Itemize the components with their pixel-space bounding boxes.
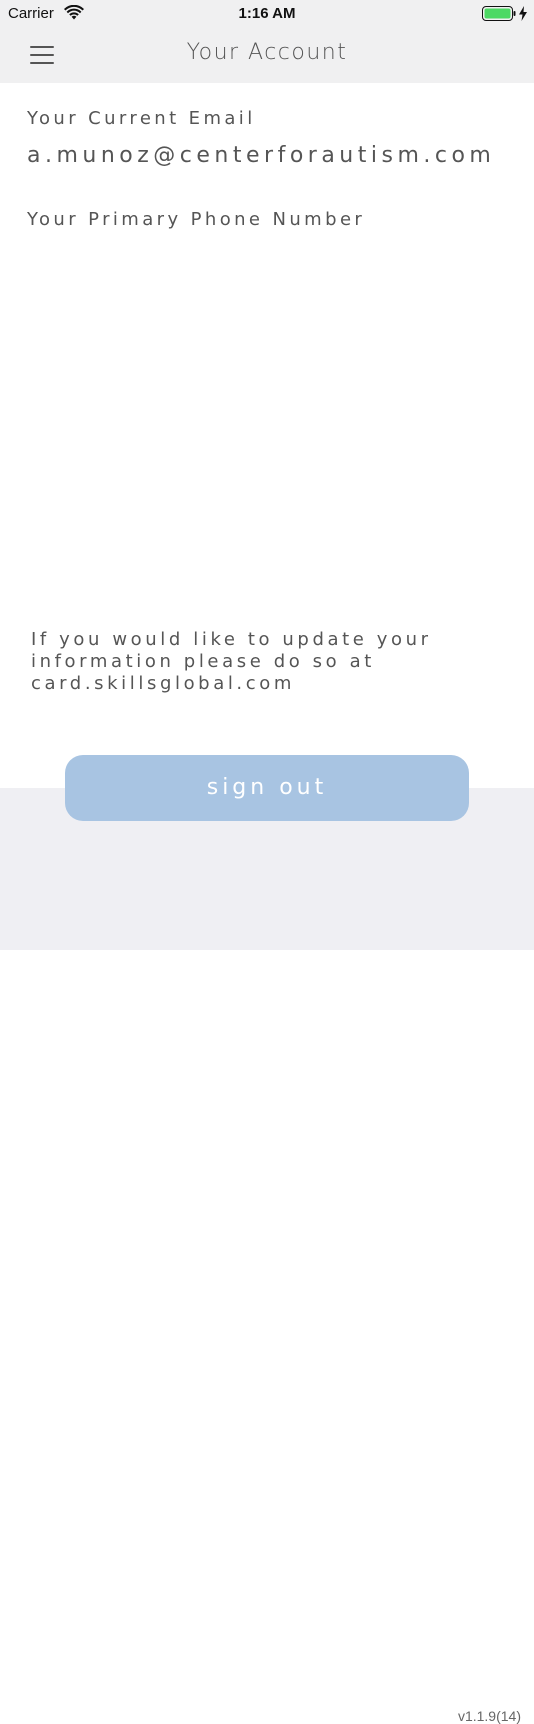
page-title: Your Account [186,40,348,65]
version-label: v1.1.9(14) [457,1708,521,1724]
update-info-line: information please do so at [31,651,375,672]
charging-bolt-icon [519,6,527,21]
clock: 1:16 AM [238,5,296,22]
account-content: Your Current Email a.munoz@centerforauti… [0,83,534,788]
phone-label: Your Primary Phone Number [27,209,366,230]
status-bar: Carrier 1:16 AM [0,0,534,28]
update-info-text: If you would like to update your informa… [31,629,511,695]
sign-out-button[interactable]: sign out [65,755,469,821]
update-info-link: card.skillsglobal.com [31,673,296,694]
update-info-line: If you would like to update your [31,629,432,650]
email-label: Your Current Email [27,108,256,129]
battery-icon [482,6,516,21]
navigation-bar: Your Account [0,28,534,83]
email-value: a.munoz@centerforautism.com [27,143,496,168]
